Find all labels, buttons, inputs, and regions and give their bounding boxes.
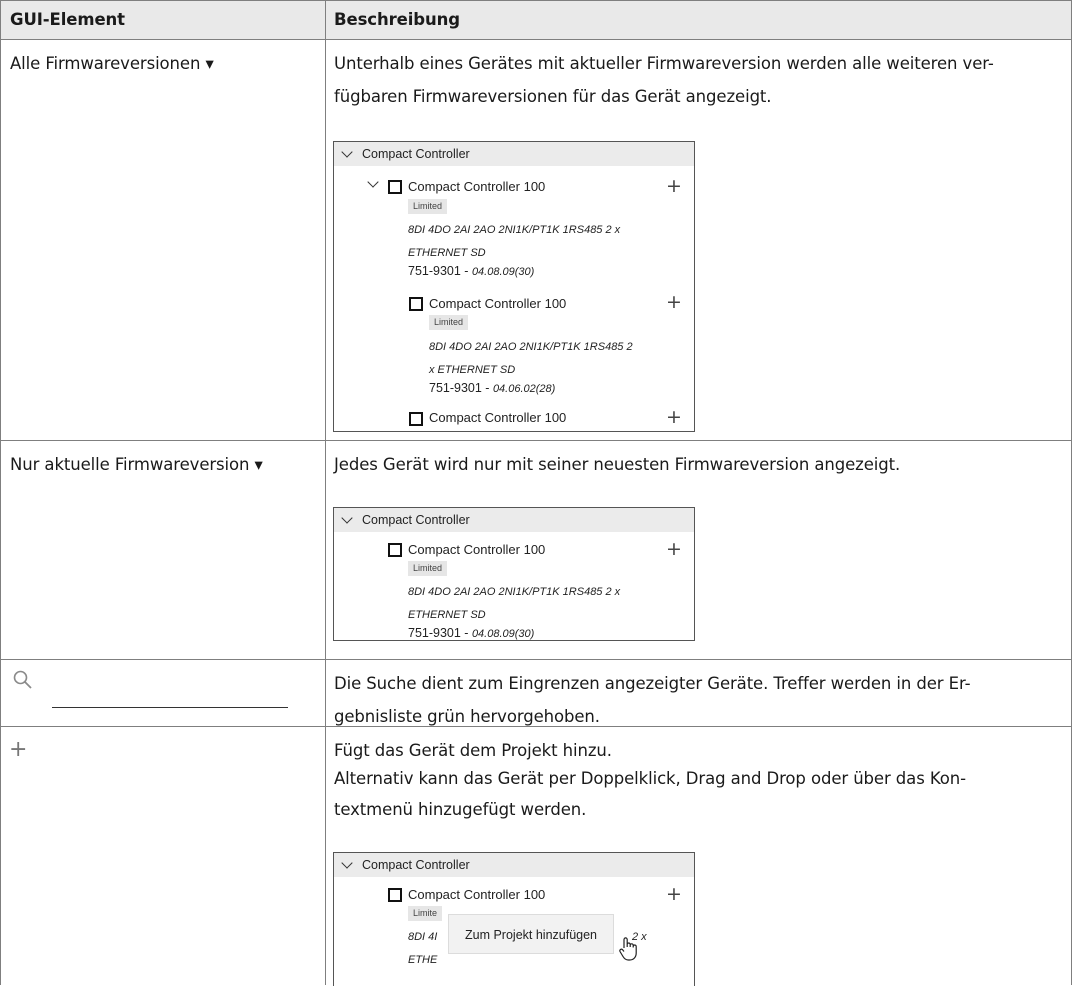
table-header-row: GUI-Element Beschreibung [0, 0, 1072, 39]
limited-tag: Limited [408, 199, 448, 214]
device-desc-line2: ETHE [408, 954, 438, 966]
device-icon [388, 888, 402, 902]
add-device-icon[interactable]: + [666, 885, 682, 904]
device-code: 751-9301 - 04.08.09(30) [408, 264, 535, 278]
device-desc-line1: 8DI 4I [408, 931, 438, 943]
device-code: 751-9301 - 04.06.02(28) [429, 381, 556, 395]
hand-cursor-icon [619, 937, 637, 961]
device-name: Compact Controller 100 [429, 296, 567, 311]
limited-tag: Limited [429, 315, 469, 330]
grid-line [0, 659, 1072, 660]
row2-element: Nur aktuelle Firmwareversion ▾ [10, 455, 263, 474]
device-desc-line1: 8DI 4DO 2AI 2AO 2NI1K/PT1K 1RS485 2 x [408, 586, 621, 598]
device-desc-line1: 8DI 4DO 2AI 2AO 2NI1K/PT1K 1RS485 2 [429, 341, 633, 353]
group-label: Compact Controller [362, 147, 470, 161]
grid-line-top [0, 0, 1072, 1]
search-field[interactable] [10, 669, 288, 709]
grid-line [0, 39, 1072, 40]
row4-desc-line3: textmenü hinzugefügt werden. [334, 800, 587, 819]
grid-line [0, 440, 1072, 441]
chevron-down-icon [367, 176, 379, 188]
device-desc-line1: 8DI 4DO 2AI 2AO 2NI1K/PT1K 1RS485 2 x [408, 224, 621, 236]
row3-desc-line1: Die Suche dient zum Eingrenzen angezeigt… [334, 674, 971, 693]
group-label: Compact Controller [362, 513, 470, 527]
group-header: Compact Controller [334, 853, 694, 877]
row4-desc-line2: Alternativ kann das Gerät per Doppelklic… [334, 769, 966, 788]
device-name: Compact Controller 100 [429, 410, 567, 425]
device-icon [388, 543, 402, 557]
device-icon [409, 412, 423, 426]
group-header: Compact Controller [334, 142, 694, 166]
device-name: Compact Controller 100 [408, 179, 546, 194]
device-desc-line2: x ETHERNET SD [429, 364, 516, 376]
screenshot-all-firmware: Compact Controller Compact Controller 10… [333, 141, 695, 432]
grid-line-left [0, 0, 1, 985]
group-label: Compact Controller [362, 858, 470, 872]
add-device-icon[interactable]: + [666, 540, 682, 559]
device-desc-line2: ETHERNET SD [408, 609, 486, 621]
limited-tag: Limite [408, 906, 443, 921]
limited-tag: Limited [408, 561, 448, 576]
group-header: Compact Controller [334, 508, 694, 532]
device-icon [388, 180, 402, 194]
device-name: Compact Controller 100 [408, 887, 546, 902]
grid-line [0, 726, 1072, 727]
add-device-icon[interactable]: + [666, 177, 682, 196]
device-desc-line2: ETHERNET SD [408, 247, 486, 259]
search-icon [13, 670, 32, 689]
screenshot-current-firmware: Compact Controller Compact Controller 10… [333, 507, 695, 641]
row4-desc-line1: Fügt das Gerät dem Projekt hinzu. [334, 741, 612, 760]
device-name: Compact Controller 100 [408, 542, 546, 557]
plus-icon: + [9, 737, 28, 762]
row1-desc-line2: fügbaren Firmwareversionen für das Gerät… [334, 87, 772, 106]
search-underline [52, 707, 288, 708]
add-device-icon[interactable]: + [666, 293, 682, 312]
device-icon [409, 297, 423, 311]
row1-desc-line1: Unterhalb eines Gerätes mit aktueller Fi… [334, 54, 994, 73]
row2-desc-line1: Jedes Gerät wird nur mit seiner neuesten… [334, 455, 901, 474]
context-menu-add-to-project[interactable]: Zum Projekt hinzufügen [448, 914, 615, 954]
chevron-down-icon [341, 512, 353, 524]
screenshot-add-device: Compact Controller Compact Controller 10… [333, 852, 695, 986]
row1-element: Alle Firmwareversionen ▾ [10, 54, 214, 73]
chevron-down-icon [341, 857, 353, 869]
device-code: 751-9301 - 04.08.09(30) [408, 626, 535, 640]
grid-line-middle [325, 0, 326, 985]
header-gui-element: GUI-Element [10, 10, 125, 29]
chevron-down-icon [341, 146, 353, 158]
header-beschreibung: Beschreibung [334, 10, 461, 29]
add-device-icon[interactable]: + [666, 408, 682, 427]
gui-element-table: GUI-Element Beschreibung Alle Firmwareve… [0, 0, 1072, 986]
